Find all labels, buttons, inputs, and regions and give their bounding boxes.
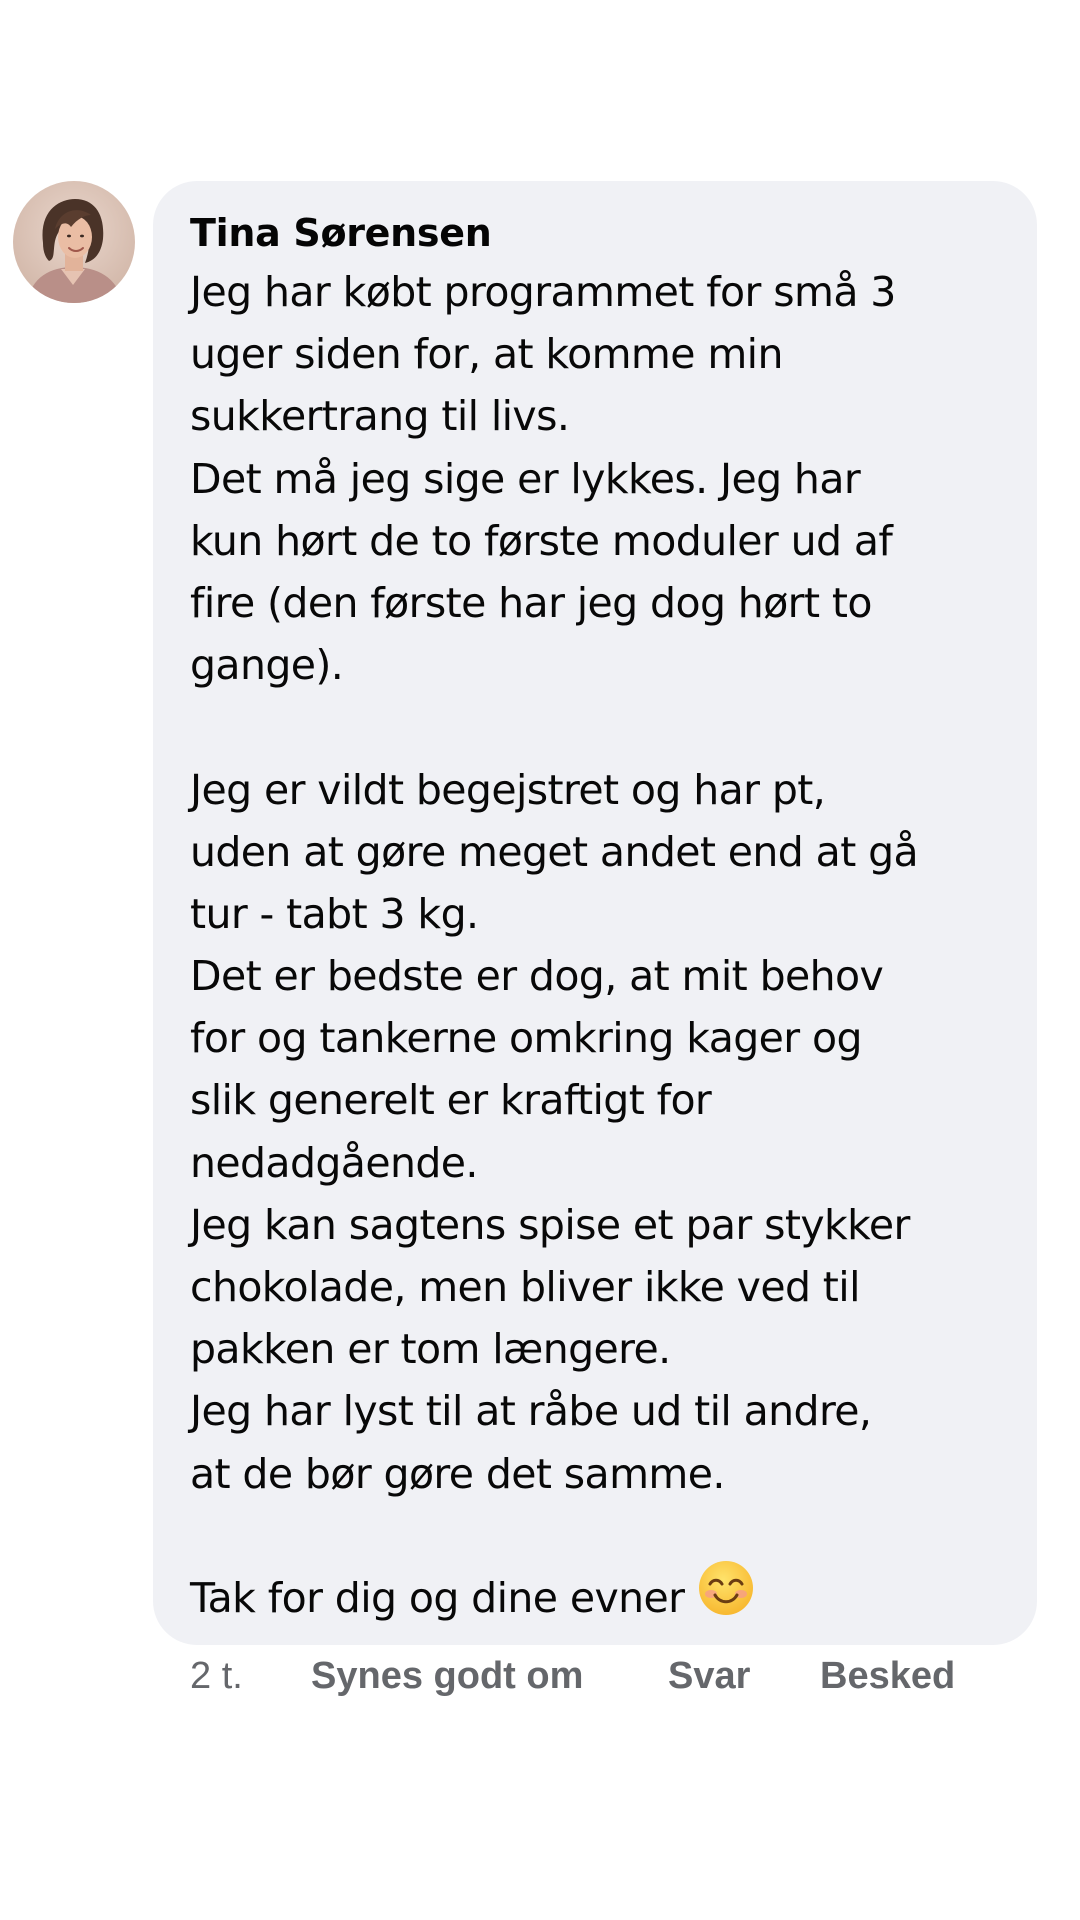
- comment-line: Det må jeg sige er lykkes. Jeg har: [190, 454, 861, 503]
- comment-line: nedadgående.: [190, 1138, 478, 1187]
- profile-photo-icon: [13, 181, 135, 303]
- comment-line: sukkertrang til livs.: [190, 392, 570, 441]
- comment-bubble[interactable]: Tina Sørensen Jeg har købt programmet fo…: [153, 181, 1037, 1645]
- comment-line: uden at gøre meget andet end at gå: [190, 827, 919, 876]
- comment-line: pakken er tom længere.: [190, 1325, 671, 1374]
- comment-line: Jeg har lyst til at råbe ud til andre,: [190, 1387, 872, 1436]
- comment-line-text: Tak for dig og dine evner: [190, 1573, 685, 1622]
- comment-line: uger siden for, at komme min: [190, 330, 783, 379]
- like-button[interactable]: Synes godt om: [311, 1648, 583, 1704]
- comment-line: slik generelt er kraftigt for: [190, 1076, 712, 1125]
- comment-timestamp[interactable]: 2 t.: [190, 1648, 243, 1704]
- comment-line: gange).: [190, 641, 344, 690]
- comment-line: Det er bedste er dog, at mit behov: [190, 952, 884, 1001]
- comment-line: at de bør gøre det samme.: [190, 1449, 725, 1498]
- message-button[interactable]: Besked: [820, 1648, 955, 1704]
- comment-line: Jeg er vildt begejstret og har pt,: [190, 765, 826, 814]
- avatar[interactable]: [13, 181, 135, 303]
- reply-button[interactable]: Svar: [668, 1648, 750, 1704]
- comment-line: fire (den første har jeg dog hørt to: [190, 578, 872, 627]
- comment-line: chokolade, men bliver ikke ved til: [190, 1263, 860, 1311]
- comment-text: Jeg har købt programmet for små 3 uger s…: [190, 261, 1007, 1629]
- comment-line-last: Tak for dig og dine evner: [190, 1561, 1007, 1629]
- comment-line: tur - tabt 3 kg.: [190, 889, 479, 938]
- comment-line: Jeg har købt programmet for små 3: [190, 268, 896, 316]
- comment-author[interactable]: Tina Sørensen: [190, 205, 1007, 261]
- comment-line-blank: [190, 1505, 1007, 1567]
- comment-line: kun hørt de to første moduler ud af: [190, 516, 893, 565]
- comment-line-blank: [190, 696, 1007, 758]
- comment-line: for og tankerne omkring kager og: [190, 1014, 862, 1063]
- comment-line: Jeg kan sagtens spise et par stykker: [190, 1200, 910, 1249]
- smiling-face-icon: [698, 1560, 754, 1633]
